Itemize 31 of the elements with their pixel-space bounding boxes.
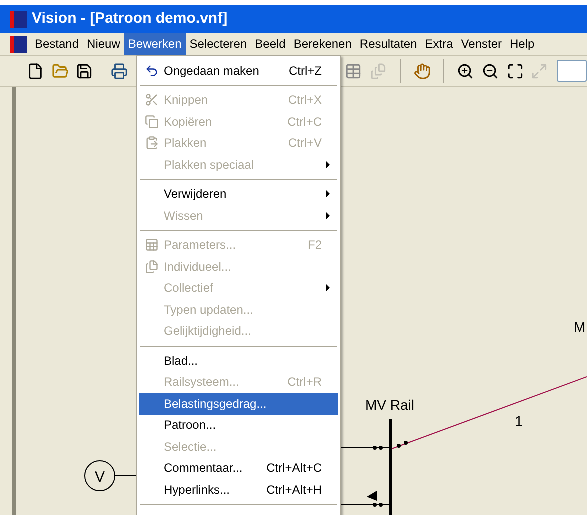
table-icon <box>144 238 158 252</box>
scissors-icon <box>144 93 158 108</box>
menu-bar-item[interactable]: Beeld <box>251 33 290 55</box>
menu-bar-item[interactable]: Selecteren <box>186 33 252 55</box>
connection-drawing <box>340 446 390 507</box>
menu-bar-item[interactable]: Berekenen <box>290 33 356 55</box>
menu-item[interactable]: Belastingsgedrag... <box>139 393 338 414</box>
menu-bar-item[interactable]: Resultaten <box>356 33 422 55</box>
menu-item[interactable]: Verwijderen <box>139 184 338 205</box>
app-logo-icon <box>10 36 27 52</box>
menu-bar-item[interactable]: Bestand <box>31 33 84 55</box>
source-label: V <box>95 469 105 486</box>
app-logo-icon <box>10 10 27 28</box>
menu-bar-item[interactable]: Extra <box>421 33 458 55</box>
clipboard-icon <box>144 136 158 150</box>
node-label: M <box>574 319 586 335</box>
line-label: 1 <box>515 413 523 429</box>
menu-item[interactable]: Blad... <box>139 350 338 372</box>
menu-bar-item[interactable]: Help <box>506 33 539 55</box>
menu-item[interactable]: Patroon... <box>139 414 338 436</box>
menu-item[interactable]: Commentaar... Ctrl+Alt+C <box>139 458 338 479</box>
window-title: Vision - [Patroon demo.vnf] <box>32 8 228 29</box>
menu-bar-item[interactable]: Nieuw <box>83 33 124 55</box>
menu-bar-item[interactable]: Bewerken <box>124 33 186 55</box>
menu-bar-item[interactable]: Venster <box>457 33 506 55</box>
toolbar-field[interactable] <box>557 60 587 82</box>
copy-icon <box>144 114 158 129</box>
rail-label: MV Rail <box>366 397 414 413</box>
documents-icon <box>144 260 158 274</box>
menu-item[interactable]: Hyperlinks... Ctrl+Alt+H <box>139 479 338 500</box>
undo-icon <box>144 64 158 78</box>
